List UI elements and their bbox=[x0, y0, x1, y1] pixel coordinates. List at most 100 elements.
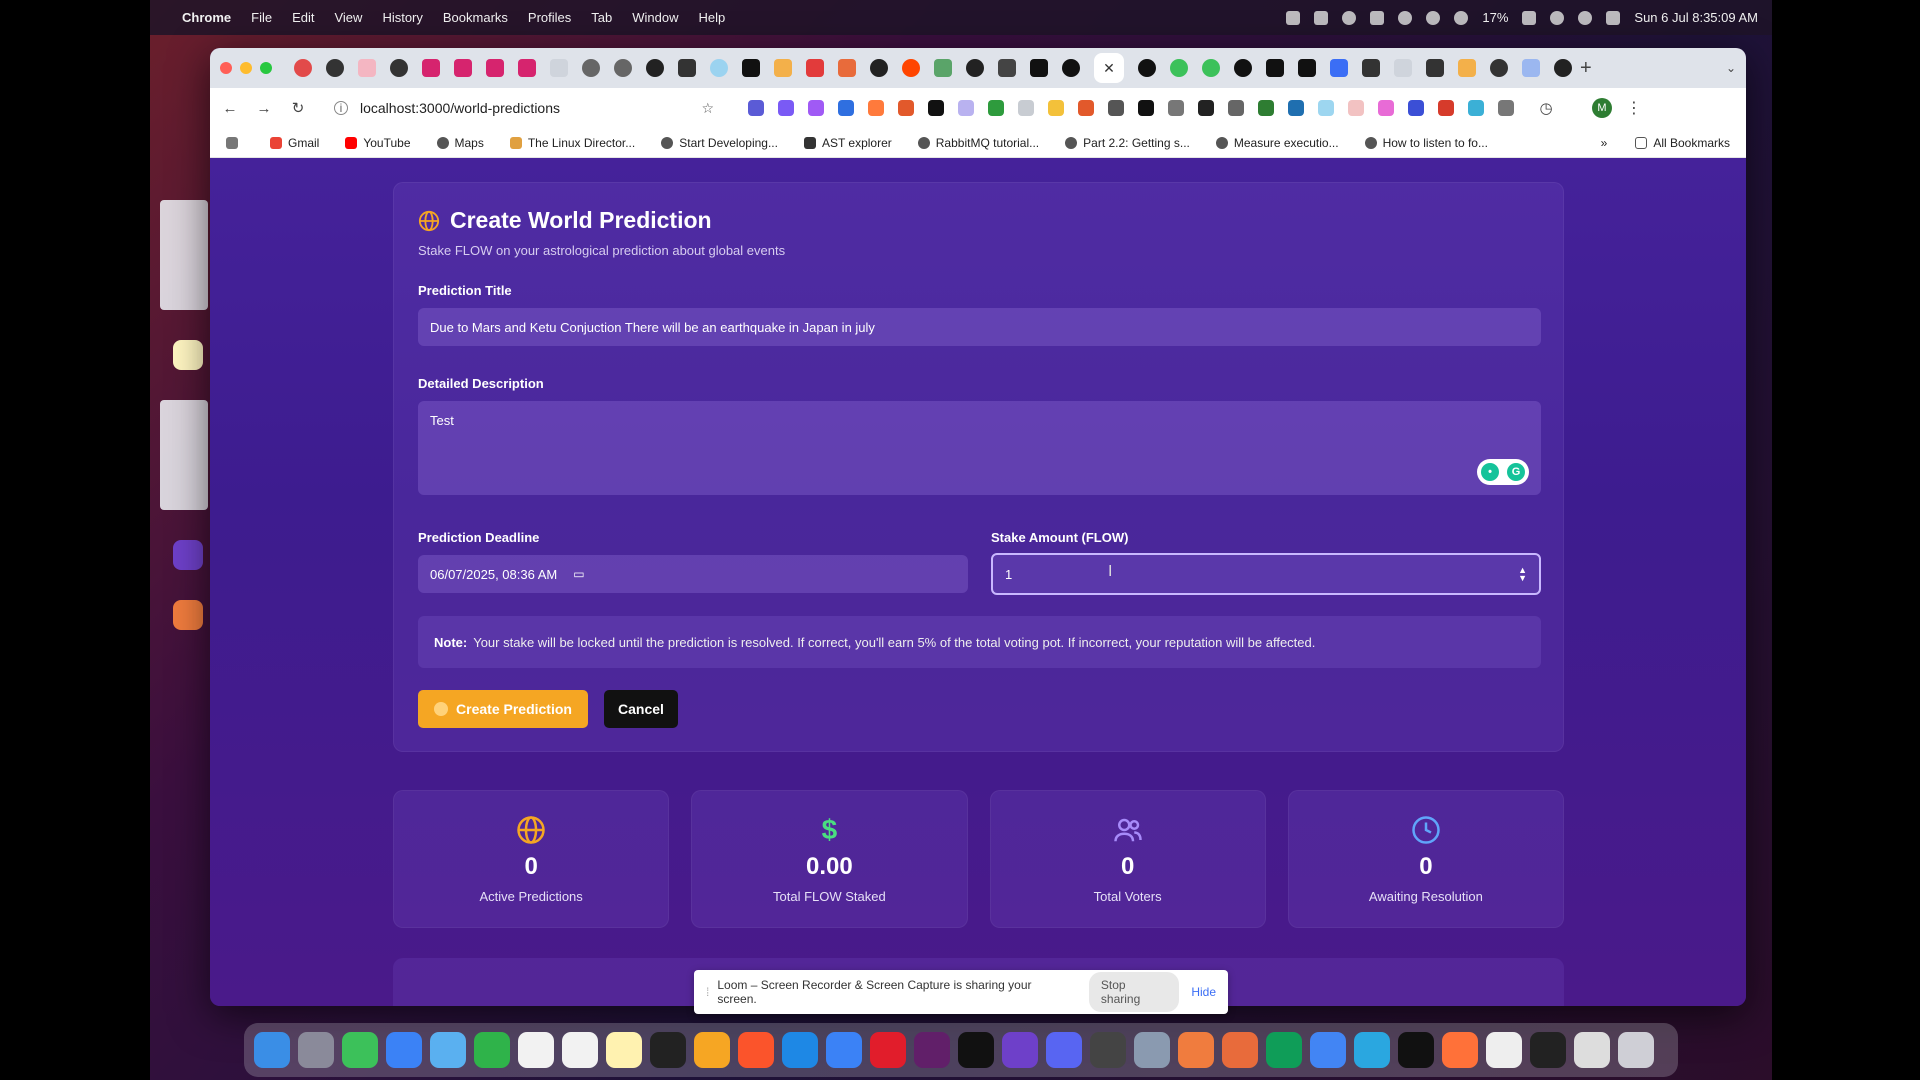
extension-icon[interactable] bbox=[1318, 100, 1334, 116]
status-app-icon[interactable] bbox=[1314, 10, 1329, 25]
tab-favicon[interactable] bbox=[838, 59, 856, 77]
extension-icon[interactable] bbox=[1108, 100, 1124, 116]
tab-favicon[interactable] bbox=[1234, 59, 1252, 77]
extension-icon[interactable] bbox=[1138, 100, 1154, 116]
minimize-window-button[interactable] bbox=[240, 62, 252, 74]
tab-favicon[interactable] bbox=[1062, 59, 1080, 77]
tab-favicon[interactable] bbox=[326, 59, 344, 77]
app-icon[interactable] bbox=[1266, 1032, 1302, 1068]
menubar-datetime[interactable]: Sun 6 Jul 8:35:09 AM bbox=[1634, 10, 1758, 25]
app-icon[interactable] bbox=[1090, 1032, 1126, 1068]
extension-icon[interactable] bbox=[988, 100, 1004, 116]
photos-icon[interactable] bbox=[1222, 1032, 1258, 1068]
reminders-icon[interactable] bbox=[562, 1032, 598, 1068]
wifi-icon[interactable] bbox=[1550, 10, 1565, 25]
menu-tab[interactable]: Tab bbox=[591, 10, 612, 25]
menu-history[interactable]: History bbox=[382, 10, 422, 25]
tab-favicon[interactable] bbox=[1202, 59, 1220, 77]
bookmark-measure-execution[interactable]: Measure executio... bbox=[1215, 136, 1339, 150]
menu-edit[interactable]: Edit bbox=[292, 10, 314, 25]
notes-icon[interactable] bbox=[173, 340, 203, 370]
discord-icon[interactable] bbox=[1046, 1032, 1082, 1068]
address-bar-url[interactable]: localhost:3000/world-predictions bbox=[360, 100, 560, 116]
tab-favicon[interactable] bbox=[454, 59, 472, 77]
finder-icon[interactable] bbox=[254, 1032, 290, 1068]
stake-amount-input[interactable]: 1 I ▲ ▼ bbox=[991, 553, 1541, 595]
trash-icon[interactable] bbox=[1618, 1032, 1654, 1068]
extension-icon[interactable] bbox=[1348, 100, 1364, 116]
apps-grid-icon[interactable] bbox=[226, 136, 244, 149]
battery-icon[interactable] bbox=[1522, 10, 1537, 25]
desktop-window-thumbnail[interactable] bbox=[160, 200, 208, 310]
tab-favicon[interactable] bbox=[582, 59, 600, 77]
bluetooth-icon[interactable] bbox=[1398, 10, 1413, 25]
app-icon[interactable] bbox=[1178, 1032, 1214, 1068]
extension-icon[interactable] bbox=[1018, 100, 1034, 116]
bookmark-youtube[interactable]: YouTube bbox=[345, 136, 411, 150]
menu-view[interactable]: View bbox=[334, 10, 362, 25]
bookmark-ast-explorer[interactable]: AST explorer bbox=[803, 136, 892, 150]
extension-icon[interactable] bbox=[808, 100, 824, 116]
hide-button[interactable]: Hide bbox=[1191, 985, 1216, 999]
tab-favicon[interactable] bbox=[678, 59, 696, 77]
spotlight-search-icon[interactable] bbox=[1578, 10, 1593, 25]
tab-favicon[interactable] bbox=[1330, 59, 1348, 77]
description-textarea[interactable]: Test • G bbox=[418, 401, 1541, 495]
extension-icon[interactable] bbox=[748, 100, 764, 116]
bookmark-part-2-2[interactable]: Part 2.2: Getting s... bbox=[1065, 136, 1190, 150]
tab-favicon[interactable] bbox=[390, 59, 408, 77]
launchpad-icon[interactable] bbox=[298, 1032, 334, 1068]
volume-icon[interactable] bbox=[1370, 10, 1385, 25]
tab-favicon[interactable] bbox=[1362, 59, 1380, 77]
safari-icon[interactable] bbox=[826, 1032, 862, 1068]
menu-help[interactable]: Help bbox=[699, 10, 726, 25]
pencil-app-icon[interactable] bbox=[694, 1032, 730, 1068]
github-icon[interactable] bbox=[966, 59, 984, 77]
tab-favicon[interactable] bbox=[1458, 59, 1476, 77]
extension-icon[interactable] bbox=[838, 100, 854, 116]
maps-icon[interactable] bbox=[430, 1032, 466, 1068]
extension-icon[interactable] bbox=[868, 100, 884, 116]
extension-icon[interactable] bbox=[1378, 100, 1394, 116]
more-bookmarks-chevron-icon[interactable]: » bbox=[1601, 136, 1608, 150]
prediction-title-input[interactable]: Due to Mars and Ketu Conjuction There wi… bbox=[418, 308, 1541, 346]
create-prediction-button[interactable]: Create Prediction bbox=[418, 690, 588, 728]
screenshot-icon[interactable] bbox=[650, 1032, 686, 1068]
grammarly-icon[interactable]: G bbox=[1507, 463, 1525, 481]
status-app-icon[interactable] bbox=[1342, 10, 1357, 25]
tab-favicon[interactable] bbox=[1170, 59, 1188, 77]
menu-file[interactable]: File bbox=[251, 10, 272, 25]
tab-favicon[interactable] bbox=[422, 59, 440, 77]
maximize-window-button[interactable] bbox=[260, 62, 272, 74]
tab-favicon[interactable] bbox=[486, 59, 504, 77]
tab-favicon[interactable] bbox=[518, 59, 536, 77]
history-icon[interactable]: ◷ bbox=[1538, 99, 1554, 117]
bookmark-rabbitmq[interactable]: RabbitMQ tutorial... bbox=[917, 136, 1039, 150]
opera-icon[interactable] bbox=[870, 1032, 906, 1068]
extension-icon[interactable] bbox=[928, 100, 944, 116]
tab-favicon[interactable] bbox=[1522, 59, 1540, 77]
extension-icon[interactable] bbox=[1168, 100, 1184, 116]
extensions-puzzle-icon[interactable] bbox=[1498, 100, 1514, 116]
messages-icon[interactable] bbox=[342, 1032, 378, 1068]
app-icon[interactable] bbox=[1354, 1032, 1390, 1068]
tab-favicon[interactable] bbox=[742, 59, 760, 77]
bookmark-star-icon[interactable]: ☆ bbox=[701, 100, 714, 117]
github-icon[interactable] bbox=[646, 59, 664, 77]
chrome-menu-icon[interactable]: ⋮ bbox=[1626, 98, 1642, 118]
calendar-icon[interactable]: ▭ bbox=[573, 567, 584, 581]
tab-favicon[interactable] bbox=[1426, 59, 1444, 77]
bookmark-gmail[interactable]: Gmail bbox=[270, 136, 319, 150]
extension-icon[interactable] bbox=[958, 100, 974, 116]
address-bar[interactable]: i localhost:3000/world-predictions ☆ bbox=[324, 93, 724, 123]
extension-icon[interactable] bbox=[1048, 100, 1064, 116]
extension-icon[interactable] bbox=[1438, 100, 1454, 116]
tab-favicon[interactable] bbox=[614, 59, 632, 77]
tab-favicon[interactable] bbox=[1394, 59, 1412, 77]
status-app-icon[interactable] bbox=[1426, 10, 1441, 25]
bookmark-maps[interactable]: Maps bbox=[436, 136, 484, 150]
grammarly-suggestion-icon[interactable]: • bbox=[1481, 463, 1499, 481]
brave-icon[interactable] bbox=[738, 1032, 774, 1068]
user-icon[interactable] bbox=[1454, 10, 1469, 25]
extension-icon[interactable] bbox=[778, 100, 794, 116]
